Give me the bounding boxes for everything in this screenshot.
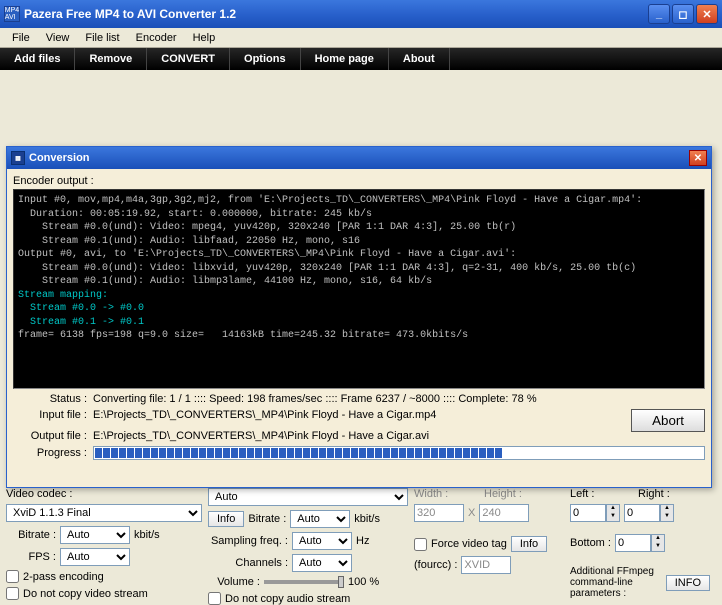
menu-encoder[interactable]: Encoder [128,30,185,46]
audio-info-button[interactable]: Info [208,511,244,527]
nocopy-video-checkbox[interactable]: Do not copy video stream [6,587,202,600]
force-videotag-checkbox[interactable]: Force video tag [414,538,507,551]
toolbar-addfiles[interactable]: Add files [0,48,75,70]
audio-codec-select[interactable]: Auto [208,488,408,506]
video-bitrate-label: Bitrate : [6,529,56,541]
height-input [479,504,529,522]
video-codec-label: Video codec : [6,488,202,500]
progress-bar [93,446,705,460]
toolbar-homepage[interactable]: Home page [301,48,389,70]
conversion-dialog: ▦ Conversion ✕ Encoder output : Input #0… [6,146,712,488]
twopass-label: 2-pass encoding [23,571,104,583]
status-label: Status : [13,393,93,405]
crop-right-spinner[interactable]: ▲▼ [624,504,674,522]
menubar: File View File list Encoder Help [0,28,722,48]
video-bitrate-select[interactable]: Auto [60,526,130,544]
volume-slider[interactable] [264,580,344,584]
fourcc-info-button[interactable]: Info [511,536,547,552]
audio-vol-label: Volume : [208,576,260,588]
dialog-app-icon: ▦ [11,151,25,165]
audio-samp-select[interactable]: Auto [292,532,352,550]
window-title: Pazera Free MP4 to AVI Converter 1.2 [24,7,646,21]
minimize-button[interactable]: _ [648,4,670,24]
audio-chan-select[interactable]: Auto [292,554,352,572]
dialog-titlebar: ▦ Conversion ✕ [7,147,711,169]
audio-vol-value: 100 % [348,576,379,588]
video-fps-label: FPS : [6,551,56,563]
nocopy-audio-checkbox[interactable]: Do not copy audio stream [208,592,408,605]
menu-filelist[interactable]: File list [77,30,127,46]
nocopy-audio-label: Do not copy audio stream [225,593,350,605]
extra-info-button[interactable]: INFO [666,575,710,591]
encoder-output-console: Input #0, mov,mp4,m4a,3gp,3g2,mj2, from … [13,189,705,389]
audio-chan-label: Channels : [208,557,288,569]
toolbar-remove[interactable]: Remove [75,48,147,70]
video-fps-select[interactable]: Auto [60,548,130,566]
dialog-title: Conversion [29,152,90,164]
toolbar-options[interactable]: Options [230,48,301,70]
close-button[interactable]: ✕ [696,4,718,24]
crop-right-label: Right : [638,488,670,500]
audio-bitrate-label: Bitrate : [248,513,286,525]
menu-file[interactable]: File [4,30,38,46]
crop-left-label: Left : [570,488,610,500]
app-icon: MP4 AVI [4,6,20,22]
outputfile-value: E:\Projects_TD\_CONVERTERS\_MP4\Pink Flo… [93,430,429,442]
size-x-label: X [468,507,475,519]
menu-help[interactable]: Help [185,30,224,46]
crop-left-spinner[interactable]: ▲▼ [570,504,620,522]
width-label: Width : [414,488,464,500]
audio-bitrate-select[interactable]: Auto [290,510,350,528]
status-value: Converting file: 1 / 1 :::: Speed: 198 f… [93,393,537,405]
audio-bitrate-unit: kbit/s [354,513,380,525]
toolbar: Add files Remove CONVERT Options Home pa… [0,48,722,70]
audio-samp-unit: Hz [356,535,369,547]
encoder-output-label: Encoder output : [13,175,705,187]
dialog-close-button[interactable]: ✕ [689,150,707,166]
menu-view[interactable]: View [38,30,78,46]
inputfile-label: Input file : [13,409,93,432]
toolbar-about[interactable]: About [389,48,450,70]
audio-samp-label: Sampling freq. : [208,535,288,547]
crop-bottom-label: Bottom : [570,537,611,549]
inputfile-value: E:\Projects_TD\_CONVERTERS\_MP4\Pink Flo… [93,409,631,432]
twopass-checkbox[interactable]: 2-pass encoding [6,570,202,583]
crop-bottom-spinner[interactable]: ▲▼ [615,534,665,552]
video-codec-select[interactable]: XviD 1.1.3 Final [6,504,202,522]
video-bitrate-unit: kbit/s [134,529,160,541]
extra-params-label: Additional FFmpeg command-line parameter… [570,566,662,599]
outputfile-label: Output file : [13,430,93,442]
maximize-button[interactable]: ◻ [672,4,694,24]
fourcc-label: (fourcc) : [414,559,457,571]
nocopy-video-label: Do not copy video stream [23,588,148,600]
height-label: Height : [484,488,522,500]
titlebar: MP4 AVI Pazera Free MP4 to AVI Converter… [0,0,722,28]
progress-label: Progress : [13,447,93,459]
abort-button[interactable]: Abort [631,409,705,432]
width-input [414,504,464,522]
fourcc-input [461,556,511,574]
toolbar-convert[interactable]: CONVERT [147,48,230,70]
